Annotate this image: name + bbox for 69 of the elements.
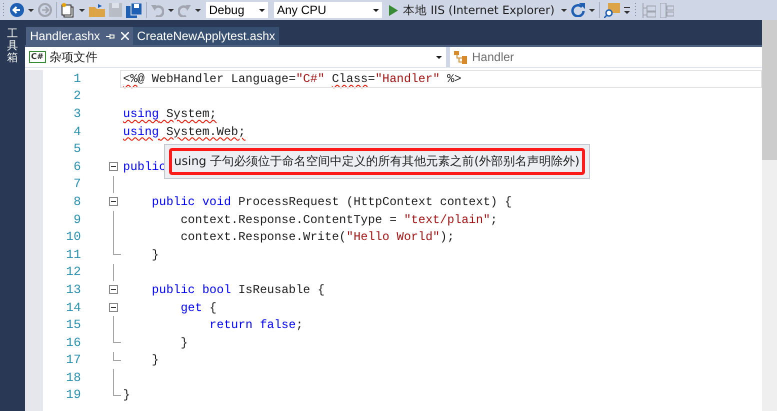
code-line: using System.Web;: [122, 124, 246, 140]
code-line: context.Response.Write("Hello World");: [180, 229, 456, 246]
code-line: return false;: [208, 317, 304, 334]
line-number: 6: [72, 160, 81, 174]
line-number: 4: [72, 124, 81, 139]
line-number: 13: [64, 282, 81, 297]
caret-icon[interactable]: [259, 8, 265, 12]
configuration-dropdown[interactable]: Debug: [205, 1, 269, 19]
line-number: 18: [64, 370, 81, 385]
line-number: 17: [64, 353, 81, 368]
code-line: public bool IsReusable {: [150, 282, 326, 298]
line-number: 1: [72, 72, 81, 86]
caret-icon[interactable]: [168, 8, 174, 12]
class-icon[interactable]: [454, 50, 468, 64]
collapse-icon[interactable]: [109, 197, 118, 206]
document-tab[interactable]: CreateNewApplytest.ashx: [133, 27, 280, 45]
member-dropdown[interactable]: Handler: [450, 47, 762, 67]
code-line: <%@ WebHandler Language="C#" Class="Handler" %>: [121, 70, 761, 87]
code-line: get {: [180, 300, 218, 316]
scrollbar[interactable]: [762, 20, 777, 411]
line-number: 11: [64, 248, 81, 262]
line-number: 7: [72, 177, 81, 192]
start-debugging-button[interactable]: 本地 IIS (Internet Explorer): [387, 1, 557, 19]
line-number: 5: [72, 142, 81, 156]
code-line: using System;: [122, 106, 218, 122]
csharp-file-icon: C#: [29, 51, 46, 63]
code-line: context.Response.ContentType = "text/plain";: [180, 212, 498, 228]
refresh-icon[interactable]: [570, 3, 585, 17]
code-line: }: [180, 334, 189, 351]
toolbox-tab[interactable]: 工具箱: [7, 28, 18, 64]
line-number: 8: [72, 194, 81, 209]
save-all-icon[interactable]: [126, 2, 142, 18]
code-line: }: [150, 246, 160, 263]
code-line: public void ProcessRequest (HttpContext context) {: [150, 194, 513, 210]
caret-icon[interactable]: [560, 8, 567, 12]
member-name: Handler: [472, 50, 514, 64]
caret-icon[interactable]: [373, 8, 379, 12]
line-number: 19: [64, 388, 81, 402]
line-number: 2: [72, 89, 81, 104]
platform-dropdown[interactable]: Any CPU: [273, 1, 383, 19]
line-number: 12: [64, 265, 81, 280]
close-icon[interactable]: [121, 32, 130, 40]
document-tab[interactable]: Handler.ashx: [26, 27, 134, 45]
new-item-icon[interactable]: [61, 2, 75, 18]
tooltip-message: using 子句必须位于命名空间中定义的所有其他元素之前(外部别名声明除外): [169, 148, 585, 175]
project-name: 杂项文件: [50, 48, 98, 66]
toolbar-overflow-icon[interactable]: [624, 5, 630, 15]
find-in-files-icon[interactable]: [604, 2, 620, 18]
line-number: 16: [64, 336, 81, 350]
collapse-icon[interactable]: [109, 303, 118, 312]
caret-icon[interactable]: [195, 8, 201, 12]
pin-icon[interactable]: [106, 32, 116, 40]
collapse-icon[interactable]: [109, 162, 118, 172]
play-icon[interactable]: [389, 4, 398, 16]
collapse-icon[interactable]: [109, 285, 118, 294]
line-number: 10: [64, 230, 81, 244]
caret-icon[interactable]: [436, 56, 442, 58]
folder-icon[interactable]: [89, 3, 105, 17]
code-line: }: [122, 387, 132, 404]
back-arrow-icon[interactable]: [10, 3, 24, 17]
line-number: 15: [64, 318, 81, 332]
caret-icon[interactable]: [28, 8, 34, 12]
code-line: public: [122, 158, 168, 175]
line-number: 9: [72, 212, 81, 227]
caret-icon[interactable]: [588, 8, 595, 12]
line-number: 3: [72, 106, 81, 121]
code-line: }: [150, 352, 160, 368]
line-number: 14: [64, 300, 81, 315]
caret-icon[interactable]: [79, 8, 85, 12]
